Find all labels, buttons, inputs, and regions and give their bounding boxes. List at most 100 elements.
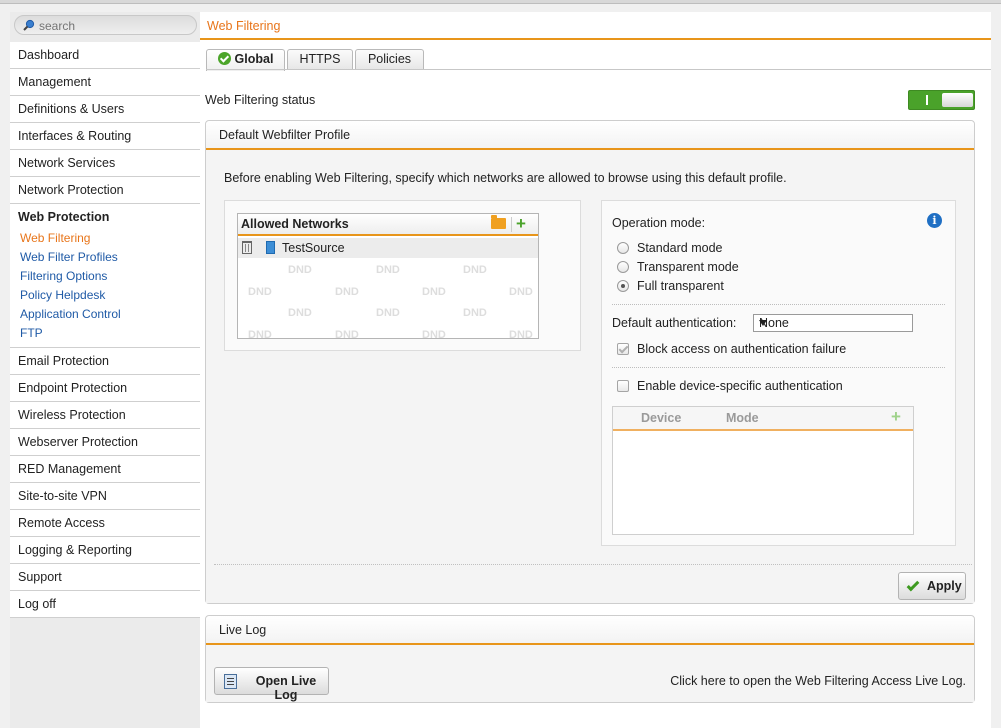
sidebar-item-remote-access[interactable]: Remote Access [10, 510, 200, 537]
default-webfilter-profile-panel: Default Webfilter Profile Before enablin… [205, 120, 975, 604]
search-box[interactable] [14, 15, 197, 35]
sidebar: Dashboard Management Definitions & Users… [10, 12, 200, 728]
dnd-watermark: DND [288, 307, 312, 319]
tab-policies[interactable]: Policies [355, 49, 424, 70]
allowed-networks-title: Allowed Networks [241, 217, 349, 231]
dnd-watermark: DND [509, 329, 533, 339]
sidebar-group-web-protection: Web Protection Web Filtering Web Filter … [10, 204, 200, 348]
search-icon [23, 19, 35, 31]
device-column-header: Device [641, 411, 682, 425]
mode-column-header: Mode [726, 411, 759, 425]
live-log-hint[interactable]: Click here to open the Web Filtering Acc… [670, 674, 966, 688]
check-icon [906, 578, 920, 592]
dnd-watermark: DND [335, 286, 359, 298]
block-access-label: Block access on authentication failure [637, 342, 847, 356]
window-top-border [0, 0, 1001, 4]
live-log-panel: Live Log Open Live Log Click here to ope… [205, 615, 975, 703]
dnd-watermark: DND [248, 286, 272, 298]
sidebar-subitem-web-filter-profiles[interactable]: Web Filter Profiles [10, 248, 200, 267]
sidebar-item-log-off[interactable]: Log off [10, 591, 200, 618]
device-table-header: Device Mode + [613, 407, 913, 431]
transparent-mode-label[interactable]: Transparent mode [637, 260, 739, 274]
radio-standard-mode[interactable] [617, 242, 629, 254]
trash-icon[interactable] [242, 241, 252, 254]
sidebar-item-wireless-protection[interactable]: Wireless Protection [10, 402, 200, 429]
sidebar-item-logging-reporting[interactable]: Logging & Reporting [10, 537, 200, 564]
sidebar-item-dashboard[interactable]: Dashboard [10, 42, 200, 69]
open-live-log-button[interactable]: Open Live Log [214, 667, 329, 702]
device-table: Device Mode + [612, 406, 914, 535]
dnd-watermark: DND [288, 264, 312, 276]
tabs-divider [206, 69, 991, 70]
sidebar-item-support[interactable]: Support [10, 564, 200, 591]
tab-https-label: HTTPS [299, 52, 341, 66]
sidebar-item-site-to-site-vpn[interactable]: Site-to-site VPN [10, 483, 200, 510]
sidebar-subitem-web-filtering[interactable]: Web Filtering [10, 229, 200, 248]
default-authentication-select[interactable]: None [753, 314, 913, 332]
operation-mode-label: Operation mode: [612, 216, 706, 230]
operation-settings-section: Operation mode: i Standard mode Transpar… [601, 200, 956, 546]
main-content: Web Filtering Global HTTPS Policies Web … [200, 12, 991, 728]
title-divider [200, 38, 991, 40]
intro-text: Before enabling Web Filtering, specify w… [224, 171, 787, 185]
sidebar-item-endpoint-protection[interactable]: Endpoint Protection [10, 375, 200, 402]
log-document-icon [224, 674, 237, 689]
search-input[interactable] [39, 18, 189, 33]
block-access-checkbox[interactable] [617, 343, 629, 355]
device-auth-checkbox[interactable] [617, 380, 629, 392]
live-log-header: Live Log [206, 616, 974, 645]
sidebar-item-management[interactable]: Management [10, 69, 200, 96]
allowed-networks-section: Allowed Networks + TestSource DND DND DN… [224, 200, 581, 351]
sidebar-nav: Dashboard Management Definitions & Users… [10, 42, 200, 618]
apply-button[interactable]: Apply [898, 572, 966, 600]
open-live-log-label: Open Live Log [255, 674, 317, 702]
tab-https[interactable]: HTTPS [287, 49, 353, 70]
panel-title: Default Webfilter Profile [219, 128, 351, 142]
panel-divider [214, 564, 972, 565]
folder-icon[interactable] [491, 215, 506, 229]
chevron-down-icon [759, 320, 767, 326]
device-auth-label[interactable]: Enable device-specific authentication [637, 379, 843, 393]
sidebar-subitem-filtering-options[interactable]: Filtering Options [10, 267, 200, 286]
tab-global[interactable]: Global [206, 49, 285, 71]
dnd-watermark: DND [422, 286, 446, 298]
toggle-knob [942, 93, 973, 107]
tab-policies-label: Policies [367, 52, 412, 66]
apply-button-label: Apply [927, 579, 962, 593]
dnd-watermark: DND [422, 329, 446, 339]
standard-mode-label[interactable]: Standard mode [637, 241, 722, 255]
page-title: Web Filtering [207, 19, 281, 33]
allowed-networks-box[interactable]: Allowed Networks + TestSource DND DND DN… [237, 213, 539, 339]
allowed-networks-header: Allowed Networks + [238, 214, 538, 236]
full-transparent-label[interactable]: Full transparent [637, 279, 724, 293]
sidebar-item-red-management[interactable]: RED Management [10, 456, 200, 483]
web-filtering-status-label: Web Filtering status [205, 93, 316, 107]
dnd-watermark: DND [463, 307, 487, 319]
network-name: TestSource [282, 241, 345, 255]
sidebar-subitem-ftp[interactable]: FTP [10, 324, 200, 343]
sidebar-subitem-policy-helpdesk[interactable]: Policy Helpdesk [10, 286, 200, 305]
panel-body: Before enabling Web Filtering, specify w… [206, 150, 974, 603]
web-filtering-status-toggle[interactable] [908, 90, 975, 110]
tab-global-label: Global [234, 52, 274, 66]
sidebar-item-definitions-users[interactable]: Definitions & Users [10, 96, 200, 123]
check-circle-icon [217, 52, 231, 65]
sidebar-item-network-protection[interactable]: Network Protection [10, 177, 200, 204]
info-icon[interactable]: i [927, 213, 942, 228]
dnd-watermark: DND [335, 329, 359, 339]
network-host-icon [266, 241, 275, 254]
sidebar-item-network-services[interactable]: Network Services [10, 150, 200, 177]
add-device-icon[interactable]: + [891, 408, 901, 425]
radio-full-transparent[interactable] [617, 280, 629, 292]
add-network-icon[interactable]: + [516, 215, 526, 232]
sidebar-item-web-protection[interactable]: Web Protection [10, 204, 200, 229]
list-item[interactable]: TestSource [238, 238, 538, 258]
dnd-watermark: DND [463, 264, 487, 276]
sidebar-item-webserver-protection[interactable]: Webserver Protection [10, 429, 200, 456]
radio-transparent-mode[interactable] [617, 261, 629, 273]
sidebar-item-interfaces-routing[interactable]: Interfaces & Routing [10, 123, 200, 150]
default-authentication-label: Default authentication: [612, 316, 737, 330]
sidebar-subitem-application-control[interactable]: Application Control [10, 305, 200, 324]
sidebar-item-email-protection[interactable]: Email Protection [10, 348, 200, 375]
dnd-watermark: DND [509, 286, 533, 298]
